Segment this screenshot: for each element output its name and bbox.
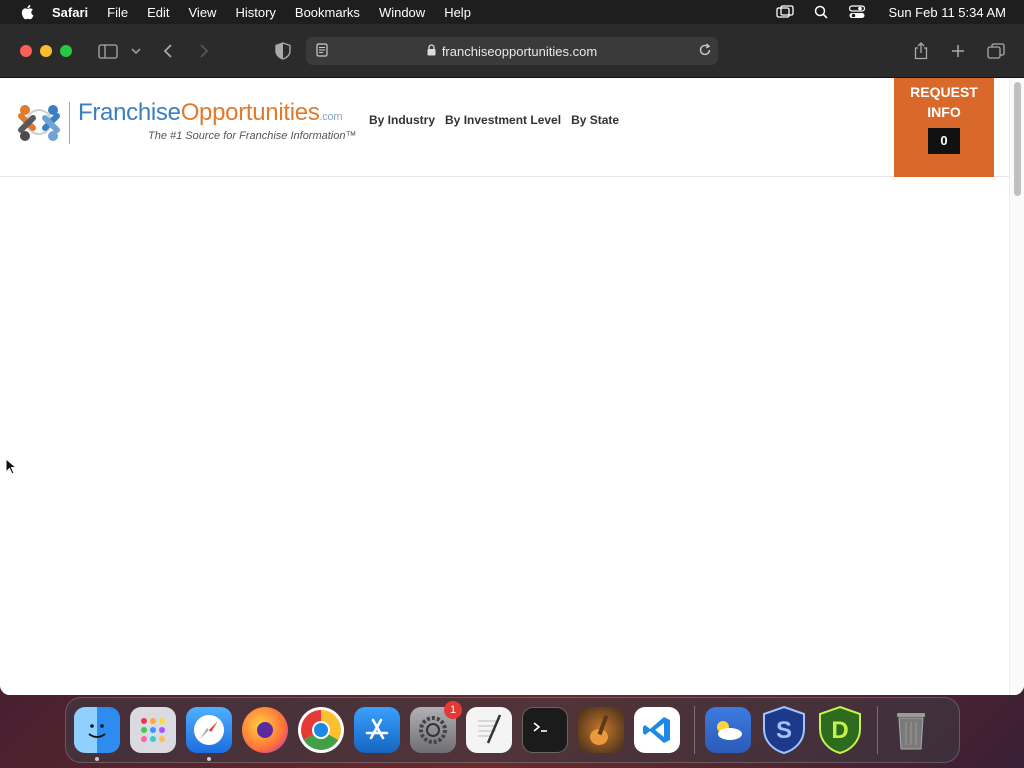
dock: 1 S D <box>65 697 960 763</box>
menu-clock[interactable]: Sun Feb 11 5:34 AM <box>888 5 1006 20</box>
window-controls <box>20 44 72 57</box>
menu-window[interactable]: Window <box>379 5 425 20</box>
s-shield-icon[interactable]: S <box>761 705 807 755</box>
logo-text: FranchiseOpportunities.com The #1 Source… <box>78 100 357 143</box>
forward-icon[interactable] <box>196 41 212 61</box>
logo-brand: FranchiseOpportunities.com <box>78 100 356 130</box>
spotlight-search-icon[interactable] <box>812 5 830 19</box>
svg-text:D: D <box>831 717 848 744</box>
request-info-label-line2: INFO <box>927 104 961 120</box>
scrollbar-thumb[interactable] <box>1014 82 1021 196</box>
nav-by-industry[interactable]: By Industry <box>369 113 435 127</box>
menu-history[interactable]: History <box>235 5 275 20</box>
request-info-label-line1: REQUEST <box>910 84 978 100</box>
close-window-button[interactable] <box>20 44 32 57</box>
menu-help[interactable]: Help <box>444 5 471 20</box>
finder-running-dot <box>95 757 99 761</box>
reload-icon[interactable] <box>698 43 712 60</box>
nav-by-investment-level[interactable]: By Investment Level <box>445 113 561 127</box>
sidebar-toggle-icon[interactable] <box>97 41 119 61</box>
logo-divider <box>69 102 70 144</box>
address-bar[interactable]: franchiseopportunities.com <box>306 37 718 65</box>
svg-text:S: S <box>776 717 792 744</box>
weather-icon[interactable] <box>705 707 751 753</box>
settings-icon[interactable]: 1 <box>410 701 462 753</box>
main-nav: By Industry By Investment Level By State <box>369 113 619 127</box>
control-center-icon[interactable] <box>848 5 866 19</box>
menu-bookmarks[interactable]: Bookmarks <box>295 5 360 20</box>
logo-brand-part2: Opportunities <box>180 99 320 126</box>
settings-notification-badge: 1 <box>444 701 462 719</box>
finder-icon[interactable] <box>74 707 120 761</box>
launchpad-icon[interactable] <box>130 707 176 753</box>
browser-window: franchiseopportunities.com FranchiseOppo… <box>0 24 1024 695</box>
back-icon[interactable] <box>160 41 176 61</box>
chrome-icon[interactable] <box>298 707 344 753</box>
vscode-icon[interactable] <box>634 707 680 753</box>
tab-overview-icon[interactable] <box>986 41 1006 61</box>
garageband-icon[interactable] <box>578 707 624 753</box>
url-text: franchiseopportunities.com <box>441 43 598 59</box>
textedit-icon[interactable] <box>466 707 512 753</box>
reader-mode-icon[interactable] <box>316 43 328 60</box>
mouse-pointer-icon <box>5 458 17 475</box>
app-store-icon[interactable] <box>354 707 400 753</box>
menu-app-name[interactable]: Safari <box>52 5 88 20</box>
franchise-people-logo-icon <box>18 105 60 141</box>
page-scrollbar[interactable] <box>1009 78 1024 695</box>
dock-separator <box>694 706 695 754</box>
browser-toolbar: franchiseopportunities.com <box>0 24 1024 78</box>
lock-icon <box>427 43 436 59</box>
trash-icon[interactable] <box>888 707 934 753</box>
menu-bar: Safari File Edit View History Bookmarks … <box>0 0 1024 24</box>
logo-brand-part1: Franchise <box>78 99 181 126</box>
menu-view[interactable]: View <box>189 5 217 20</box>
chevron-down-icon[interactable] <box>130 41 142 61</box>
nav-by-state[interactable]: By State <box>571 113 619 127</box>
dock-separator-trash <box>877 706 878 754</box>
firefox-icon[interactable] <box>242 707 288 753</box>
privacy-shield-icon[interactable] <box>274 41 292 61</box>
minimize-window-button[interactable] <box>40 44 52 57</box>
safari-running-dot <box>207 757 211 761</box>
zoom-window-button[interactable] <box>60 44 72 57</box>
d-shield-icon[interactable]: D <box>817 705 863 755</box>
logo-brand-suffix: .com <box>319 111 343 123</box>
logo-tagline: The #1 Source for Franchise Information™ <box>148 130 357 142</box>
terminal-icon[interactable] <box>522 707 568 753</box>
screen-mirroring-icon[interactable] <box>776 5 795 19</box>
menu-edit[interactable]: Edit <box>147 5 169 20</box>
site-logo[interactable]: FranchiseOpportunities.com The #1 Source… <box>17 100 356 144</box>
new-tab-icon[interactable] <box>949 41 967 61</box>
request-info-button[interactable]: REQUEST INFO 0 <box>894 78 994 177</box>
site-header: FranchiseOpportunities.com The #1 Source… <box>0 78 1024 177</box>
safari-icon[interactable] <box>186 707 232 761</box>
apple-icon[interactable] <box>20 4 34 20</box>
web-page: FranchiseOpportunities.com The #1 Source… <box>0 78 1024 695</box>
menu-file[interactable]: File <box>107 5 128 20</box>
share-icon[interactable] <box>912 41 930 61</box>
request-info-count-badge: 0 <box>928 128 960 154</box>
